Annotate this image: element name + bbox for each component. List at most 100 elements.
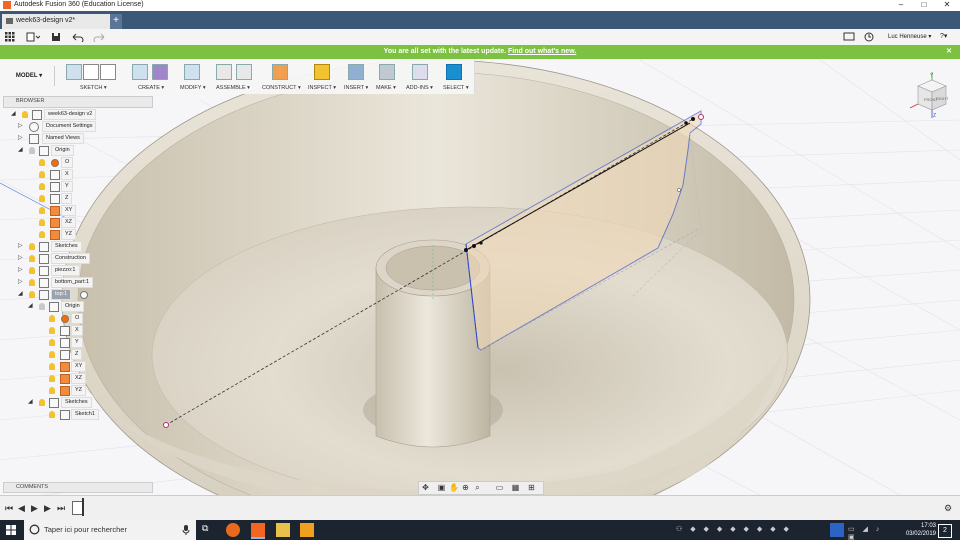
select-cursor-icon[interactable] (446, 64, 462, 80)
visibility-bulb-icon[interactable] (39, 159, 45, 166)
extrude-icon[interactable] (132, 64, 148, 80)
view-cube[interactable]: FRONT RIGHT Y Z (906, 72, 952, 119)
construct-group[interactable]: CONSTRUCT ▾ (262, 62, 304, 92)
visibility-bulb-icon[interactable] (29, 243, 35, 250)
visibility-bulb-icon[interactable] (29, 255, 35, 262)
visibility-bulb-icon[interactable] (29, 279, 35, 286)
document-tab[interactable]: week63-design v2* ✕ (2, 14, 122, 29)
app-taskbar-icon[interactable] (300, 523, 314, 537)
comments-panel-header[interactable]: COMMENTS (3, 482, 153, 493)
assemble-group[interactable]: ASSEMBLE ▾ (214, 62, 258, 92)
timeline-marker[interactable] (82, 498, 84, 516)
timeline-settings-gear-icon[interactable]: ⚙ (944, 503, 952, 514)
fusion360-taskbar-icon[interactable] (251, 523, 265, 539)
microphone-icon[interactable] (182, 525, 190, 535)
save-icon[interactable] (51, 32, 61, 42)
help-menu[interactable]: ?▾ (940, 31, 947, 43)
workspace-switcher[interactable]: MODEL ▾ (4, 66, 55, 86)
visibility-bulb-icon[interactable] (49, 327, 55, 334)
visibility-bulb-icon[interactable] (39, 399, 45, 406)
system-tray-icons[interactable]: ⚇ ◆ ◆ ◆ ◆ ◆ ◆ ◆ ◆ (676, 525, 806, 535)
visibility-bulb-icon[interactable] (29, 147, 35, 154)
notifications-icon[interactable]: 2 (938, 524, 952, 538)
visibility-bulb-icon[interactable] (39, 219, 45, 226)
visibility-bulb-icon[interactable] (39, 207, 45, 214)
3d-print-icon[interactable] (379, 64, 395, 80)
sketch-point[interactable] (472, 244, 476, 248)
zoom-icon[interactable]: ⊕ (461, 483, 470, 492)
form-icon[interactable] (152, 64, 168, 80)
sketch-menu[interactable]: SKETCH ▾ (80, 85, 107, 91)
zoom-window-icon[interactable]: ⌕ (473, 483, 482, 492)
insert-menu[interactable]: INSERT ▾ (344, 85, 368, 91)
select-group[interactable]: SELECT ▾ (441, 62, 471, 92)
joint-icon[interactable] (236, 64, 252, 80)
sketch-point[interactable] (479, 241, 483, 245)
taskbar-clock[interactable]: 17:03 03/02/2019 (906, 522, 936, 538)
task-view-icon[interactable]: ⧉ (202, 523, 216, 537)
sketch-point[interactable] (464, 248, 468, 252)
sketch-point[interactable] (677, 188, 681, 192)
addins-menu[interactable]: ADD-INS ▾ (406, 85, 433, 91)
close-window-button[interactable]: ✕ (936, 0, 958, 11)
display-settings-icon[interactable]: ▭ (495, 483, 504, 492)
select-menu[interactable]: SELECT ▾ (443, 85, 469, 91)
file-explorer-icon[interactable] (276, 523, 290, 537)
viewports-icon[interactable]: ⊞ (527, 483, 536, 492)
network-volume-icons[interactable]: ▭ ◢ ♪ ▣ (848, 525, 896, 541)
scripts-icon[interactable] (412, 64, 428, 80)
visibility-bulb-icon[interactable] (39, 171, 45, 178)
visibility-bulb-icon[interactable] (39, 195, 45, 202)
grid-settings-icon[interactable]: ▦ (511, 483, 520, 492)
post-hole[interactable] (385, 245, 481, 291)
undo-icon[interactable] (71, 32, 87, 42)
press-pull-icon[interactable] (184, 64, 200, 80)
offset-plane-icon[interactable] (272, 64, 288, 80)
sketch-point[interactable] (163, 422, 169, 428)
redo-icon[interactable] (92, 32, 108, 42)
play-icon[interactable]: ▶ (31, 503, 38, 514)
go-to-end-icon[interactable]: ⏭ (57, 503, 65, 514)
maximize-button[interactable]: □ (913, 0, 935, 11)
visibility-bulb-icon[interactable] (49, 351, 55, 358)
measure-icon[interactable] (314, 64, 330, 80)
inspect-group[interactable]: INSPECT ▾ (306, 62, 338, 92)
activate-radio-icon[interactable] (80, 291, 88, 299)
addins-group[interactable]: ADD-INS ▾ (405, 62, 435, 92)
pan-hand-icon[interactable]: ✋ (449, 483, 459, 492)
user-account-menu[interactable]: Luc Henneuse ▾ (888, 31, 931, 43)
file-menu-icon[interactable] (26, 32, 40, 42)
step-back-icon[interactable]: ◀ (18, 503, 25, 514)
visibility-bulb-icon[interactable] (49, 411, 55, 418)
windows-start-icon[interactable] (6, 525, 16, 535)
modify-group[interactable]: MODIFY ▾ (180, 62, 208, 92)
insert-group[interactable]: INSERT ▾ (342, 62, 370, 92)
clock-icon[interactable] (864, 32, 874, 42)
job-status-icon[interactable] (843, 32, 855, 42)
construct-menu[interactable]: CONSTRUCT ▾ (262, 85, 301, 91)
visibility-bulb-icon[interactable] (39, 303, 45, 310)
sketch-point[interactable] (698, 114, 704, 120)
taskbar-search-box[interactable]: Taper ici pour rechercher (24, 520, 196, 540)
create-group[interactable]: CREATE ▾ (130, 62, 172, 92)
firefox-icon[interactable] (226, 523, 240, 537)
orbit-icon[interactable]: ✥ (421, 483, 430, 492)
rectangle-icon[interactable] (100, 64, 116, 80)
create-menu[interactable]: CREATE ▾ (138, 85, 164, 91)
close-banner-icon[interactable]: ✕ (946, 45, 952, 59)
new-component-icon[interactable] (216, 64, 232, 80)
whats-new-link[interactable]: Find out what's new. (508, 48, 576, 55)
minimize-button[interactable]: – (890, 0, 912, 11)
visibility-bulb-icon[interactable] (49, 375, 55, 382)
word-icon[interactable] (830, 523, 844, 537)
step-forward-icon[interactable]: ▶ (44, 503, 51, 514)
sketch-group[interactable]: SKETCH ▾ (64, 62, 116, 92)
go-to-start-icon[interactable]: ⏮ (5, 503, 13, 514)
visibility-bulb-icon[interactable] (49, 363, 55, 370)
new-tab-button[interactable]: + (110, 14, 122, 29)
sketch-point[interactable] (684, 121, 688, 125)
inspect-menu[interactable]: INSPECT ▾ (308, 85, 336, 91)
insert-image-icon[interactable] (348, 64, 364, 80)
make-menu[interactable]: MAKE ▾ (376, 85, 396, 91)
line-icon[interactable] (83, 64, 99, 80)
